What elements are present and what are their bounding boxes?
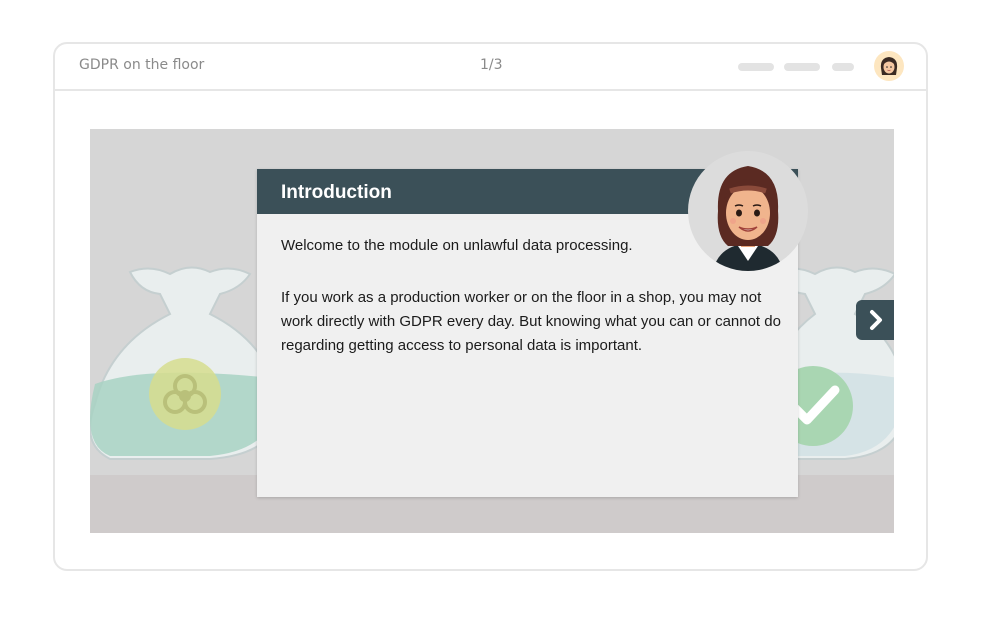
next-button[interactable]	[856, 300, 894, 340]
user-avatar-icon[interactable]	[874, 51, 904, 81]
course-title: GDPR on the floor	[79, 57, 205, 73]
progress-segment	[784, 63, 820, 71]
intro-paragraph-2: If you work as a production worker or on…	[281, 289, 781, 354]
course-window: GDPR on the floor 1/3 Introduction Welco…	[53, 42, 928, 571]
character-portrait	[688, 151, 808, 271]
progress-indicator	[738, 63, 858, 72]
chevron-right-icon	[870, 310, 882, 330]
intro-paragraph-1: Welcome to the module on unlawful data p…	[281, 237, 633, 254]
card-title: Introduction	[281, 182, 392, 203]
page-counter: 1/3	[480, 57, 503, 73]
slide-stage: Introduction Welcome to the module on un…	[90, 129, 894, 533]
top-bar: GDPR on the floor 1/3	[55, 44, 926, 91]
progress-segment	[832, 63, 854, 71]
progress-segment	[738, 63, 774, 71]
